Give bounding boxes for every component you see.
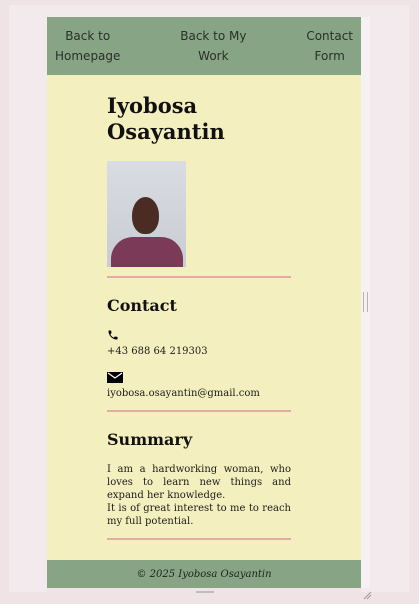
scrollbar[interactable] <box>361 17 370 588</box>
summary-line-2: It is of great interest to me to reach m… <box>107 503 291 527</box>
profile-photo <box>107 161 186 267</box>
nav-link-homepage-line2: Homepage <box>55 49 121 63</box>
photo-body-shape <box>111 237 183 267</box>
scroll-thumb[interactable] <box>363 292 368 312</box>
page-title: Iyobosa Osayantin <box>107 93 291 145</box>
resize-grip-icon[interactable] <box>362 585 372 604</box>
top-navigation: Back to Homepage Back to My Work Contact… <box>47 17 361 75</box>
name-first: Iyobosa <box>107 93 198 118</box>
footer-text: © 2025 Iyobosa Osayantin <box>136 568 272 580</box>
contact-heading: Contact <box>107 296 177 315</box>
nav-link-contact-form[interactable]: Contact Form <box>306 26 353 66</box>
summary-line-1: I am a hardworking woman, who loves to l… <box>107 464 291 501</box>
summary-text: I am a hardworking woman, who loves to l… <box>107 463 291 528</box>
nav-link-homepage[interactable]: Back to Homepage <box>55 26 120 66</box>
nav-link-my-work-line1: Back to My <box>180 29 247 43</box>
nav-link-my-work-line2: Work <box>198 49 229 63</box>
nav-link-my-work[interactable]: Back to My Work <box>180 26 246 66</box>
nav-link-homepage-line1: Back to <box>65 29 111 43</box>
phone-icon <box>107 329 119 341</box>
envelope-icon <box>107 372 123 383</box>
divider <box>107 410 291 412</box>
divider <box>107 538 291 540</box>
nav-link-contact-form-line2: Form <box>314 49 345 63</box>
summary-heading: Summary <box>107 430 193 449</box>
page-frame: Back to Homepage Back to My Work Contact… <box>47 17 361 588</box>
divider <box>107 276 291 278</box>
main-content: Iyobosa Osayantin Contact +43 688 64 219… <box>107 75 291 540</box>
footer: © 2025 Iyobosa Osayantin <box>47 560 361 588</box>
email-address[interactable]: iyobosa.osayantin@gmail.com <box>107 387 291 400</box>
nav-link-contact-form-line1: Contact <box>306 29 353 43</box>
name-last: Osayantin <box>107 119 225 144</box>
drag-handle[interactable] <box>196 591 214 593</box>
phone-number: +43 688 64 219303 <box>107 346 208 357</box>
photo-head-shape <box>132 197 159 234</box>
